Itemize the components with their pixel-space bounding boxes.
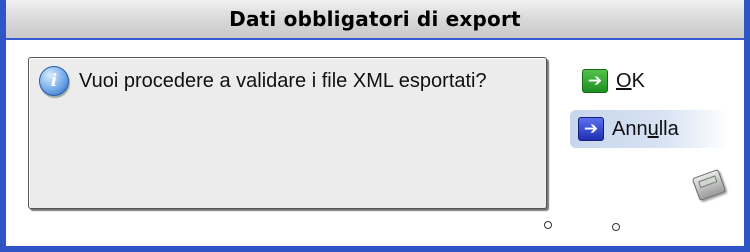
calculator-icon — [691, 168, 727, 202]
arrow-right-icon: ➔ — [578, 117, 604, 141]
cancel-button-label: Annulla — [612, 117, 679, 140]
dialog-window: Dati obbligatori di export i Vuoi proced… — [0, 0, 750, 252]
dialog-content: i Vuoi procedere a validare i file XML e… — [12, 40, 738, 238]
ok-button-label: OK — [616, 69, 645, 92]
cancel-button[interactable]: ➔ Annulla — [570, 110, 728, 148]
message-row: i Vuoi procedere a validare i file XML e… — [39, 66, 538, 96]
ok-button[interactable]: ➔ OK — [578, 66, 649, 96]
info-icon: i — [39, 66, 69, 96]
resize-handle-dot — [612, 223, 620, 231]
dialog-title: Dati obbligatori di export — [229, 7, 521, 31]
title-bar[interactable]: Dati obbligatori di export — [6, 0, 744, 40]
message-panel: i Vuoi procedere a validare i file XML e… — [28, 57, 547, 209]
arrow-right-icon: ➔ — [582, 69, 608, 93]
message-text: Vuoi procedere a validare i file XML esp… — [79, 69, 487, 92]
resize-handle-dot — [544, 221, 552, 229]
